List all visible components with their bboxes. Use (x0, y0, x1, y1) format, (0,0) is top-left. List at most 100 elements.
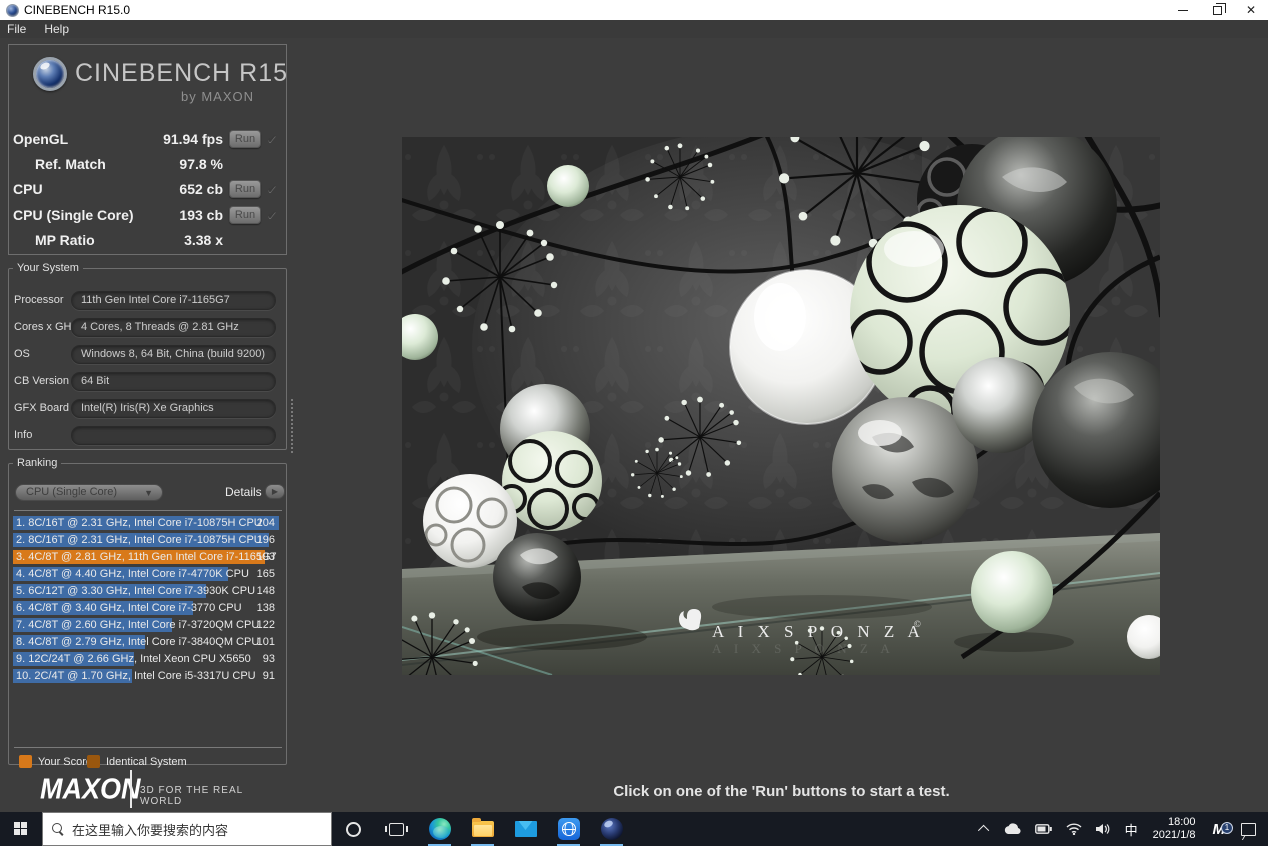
taskbar-clock[interactable]: 18:00 2021/1/8 (1145, 816, 1204, 842)
battery-tray-button[interactable] (1028, 812, 1059, 846)
system-row-processor: Processor 11th Gen Intel Core i7-1165G7 (9, 291, 286, 311)
edge-taskbar-button[interactable] (418, 812, 461, 846)
run-opengl-button[interactable]: Run (229, 130, 261, 148)
file-explorer-taskbar-button[interactable] (461, 812, 504, 846)
result-row-refmatch: Ref. Match 97.8 % (9, 156, 288, 176)
rank-row-3-your-score[interactable]: 3. 4C/8T @ 2.81 GHz, 11th Gen Intel Core… (13, 550, 279, 564)
opengl-checkmark-icon[interactable]: ✔ (267, 132, 277, 146)
panel-splitter[interactable] (290, 398, 295, 453)
onedrive-tray-button[interactable] (996, 812, 1028, 846)
aixsponza-watermark: A I X S P O N Z A (712, 622, 925, 641)
render-scene: A I X S P O N Z A © A I X S P O N Z A (402, 137, 1160, 675)
identical-system-label: Identical System (106, 756, 187, 768)
rank-row-6[interactable]: 6. 4C/8T @ 3.40 GHz, Intel Core i7-3770 … (13, 601, 279, 615)
volume-icon (1095, 824, 1109, 834)
rank-label: 3. 4C/8T @ 2.81 GHz, 11th Gen Intel Core… (16, 551, 277, 563)
rank-score: 148 (256, 585, 275, 597)
separator (14, 747, 282, 748)
maxon-logo: MAXON (40, 773, 141, 805)
rank-row-4[interactable]: 4. 4C/8T @ 4.40 GHz, Intel Core i7-4770K… (13, 567, 279, 581)
rank-label: 8. 4C/8T @ 2.79 GHz, Intel Core i7-3840Q… (16, 636, 260, 648)
menu-help[interactable]: Help (44, 22, 69, 36)
menu-file[interactable]: File (7, 22, 26, 36)
rank-row-5[interactable]: 5. 6C/12T @ 3.30 GHz, Intel Core i7-3930… (13, 584, 279, 598)
cloud-icon (1004, 823, 1021, 835)
cinebench-taskbar-button[interactable] (590, 812, 633, 846)
maxon-tray-button[interactable]: M 1 (1204, 821, 1235, 838)
details-label: Details (225, 485, 262, 499)
rank-score: 91 (262, 670, 275, 682)
task-view-icon (385, 822, 408, 836)
cinebench-logo-icon (33, 57, 67, 91)
details-button[interactable]: ▶ (265, 484, 285, 499)
close-icon: ✕ (1245, 3, 1257, 17)
ranking-panel: Ranking CPU (Single Core) ▼ Details ▶ 1.… (8, 457, 287, 768)
rank-row-10[interactable]: 10. 2C/4T @ 1.70 GHz, Intel Core i5-3317… (13, 669, 279, 683)
file-explorer-icon (471, 818, 494, 837)
rank-row-2[interactable]: 2. 8C/16T @ 2.31 GHz, Intel Core i7-1087… (13, 533, 279, 547)
rank-label: 5. 6C/12T @ 3.30 GHz, Intel Core i7-3930… (16, 585, 256, 597)
volume-tray-button[interactable] (1089, 812, 1118, 846)
run-cpu-button[interactable]: Run (229, 180, 261, 198)
clock-time: 18:00 (1167, 816, 1196, 828)
cpu-single-checkmark-icon[interactable]: ✔ (267, 208, 277, 222)
task-view-button[interactable] (375, 812, 418, 846)
field-label: CB Version (14, 375, 70, 387)
field-label: GFX Board (14, 402, 70, 414)
rank-row-8[interactable]: 8. 4C/8T @ 2.79 GHz, Intel Core i7-3840Q… (13, 635, 279, 649)
search-icon (52, 823, 64, 835)
cortana-button[interactable] (332, 812, 375, 846)
rank-score: 204 (256, 517, 275, 529)
tray-expand-button[interactable] (974, 812, 996, 846)
run-cpu-single-button[interactable]: Run (229, 206, 261, 224)
minimize-button[interactable] (1166, 0, 1200, 20)
cb-version-field: 64 Bit (71, 372, 276, 391)
globe-icon (557, 818, 580, 840)
system-row-info: Info (9, 426, 286, 446)
taskbar: 在这里输入你要搜索的内容 中 18:00 2021/1/8 M 1 (0, 812, 1268, 846)
rank-score: 93 (262, 653, 275, 665)
mail-icon (514, 821, 537, 837)
edge-icon (428, 818, 451, 840)
cinebench-app-icon (600, 818, 623, 840)
rank-score: 165 (256, 568, 275, 580)
rank-row-1[interactable]: 1. 8C/16T @ 2.31 GHz, Intel Core i7-1087… (13, 516, 279, 530)
result-value: 3.38 x (184, 232, 223, 248)
cinebench-logo-title: CINEBENCH R15 (75, 59, 289, 87)
windows-logo-icon (14, 822, 28, 836)
mail-taskbar-button[interactable] (504, 812, 547, 846)
your-score-label: Your Score (38, 756, 93, 768)
start-button[interactable] (0, 812, 42, 846)
result-value: 97.8 % (179, 156, 223, 172)
cortana-icon (346, 821, 361, 837)
result-value: 91.94 fps (163, 131, 223, 147)
app-icon (6, 3, 19, 17)
field-label: Info (14, 429, 33, 441)
action-center-button[interactable] (1234, 812, 1268, 846)
result-row-mp-ratio: MP Ratio 3.38 x (9, 232, 288, 252)
system-row-cb-version: CB Version 64 Bit (9, 372, 286, 392)
restore-button[interactable] (1200, 0, 1234, 20)
rank-row-7[interactable]: 7. 4C/8T @ 2.60 GHz, Intel Core i7-3720Q… (13, 618, 279, 632)
your-system-legend: Your System (17, 262, 79, 274)
rank-row-9[interactable]: 9. 12C/24T @ 2.66 GHz, Intel Xeon CPU X5… (13, 652, 279, 666)
close-button[interactable]: ✕ (1234, 0, 1268, 20)
rank-label: 2. 8C/16T @ 2.31 GHz, Intel Core i7-1087… (16, 534, 262, 546)
taskbar-search[interactable]: 在这里输入你要搜索的内容 (42, 812, 332, 846)
your-score-swatch (19, 755, 32, 768)
rank-score: 193 (256, 551, 275, 563)
ime-indicator[interactable]: 中 (1118, 812, 1145, 846)
ranking-filter-dropdown[interactable]: CPU (Single Core) ▼ (15, 484, 163, 501)
ime-label: 中 (1124, 822, 1138, 838)
status-message: Click on one of the 'Run' buttons to sta… (613, 783, 950, 800)
cpu-checkmark-icon[interactable]: ✔ (267, 182, 277, 196)
rank-label: 1. 8C/16T @ 2.31 GHz, Intel Core i7-1087… (16, 517, 262, 529)
system-row-gfx: GFX Board Intel(R) Iris(R) Xe Graphics (9, 399, 286, 419)
rank-score: 122 (256, 619, 275, 631)
ranking-legend: Ranking (17, 457, 58, 469)
menu-bar: File Help (0, 20, 1268, 38)
browser-taskbar-button[interactable] (547, 812, 590, 846)
aixsponza-copyright: © (914, 619, 921, 629)
wifi-tray-button[interactable] (1059, 812, 1089, 846)
your-system-panel: Your System Processor 11th Gen Intel Cor… (8, 262, 287, 450)
